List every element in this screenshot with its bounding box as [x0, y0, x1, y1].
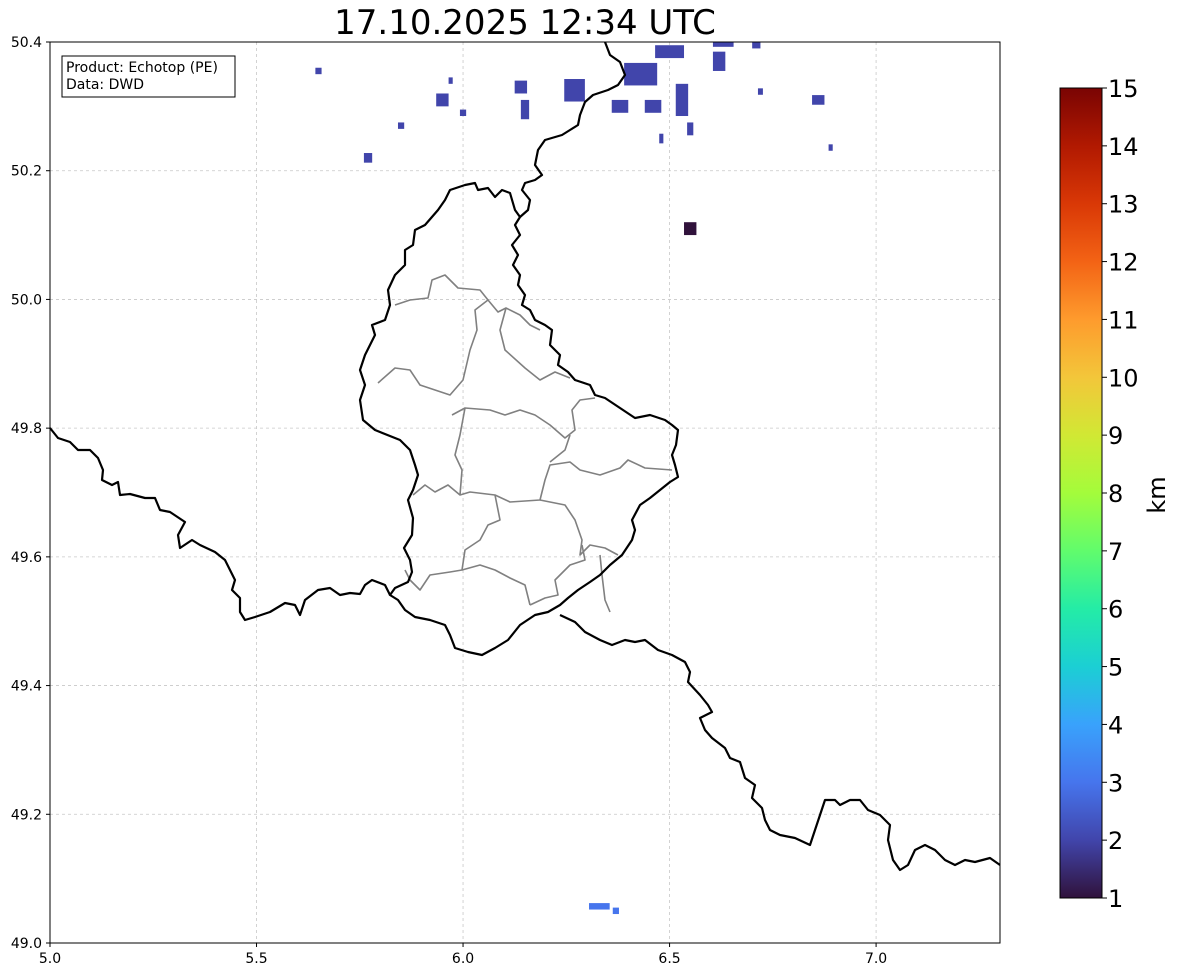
- colorbar-tick-label: 6: [1108, 596, 1123, 624]
- colorbar-tick-label: 9: [1108, 422, 1123, 450]
- colorbar-tick-label: 14: [1108, 133, 1139, 161]
- colorbar-tick-label: 7: [1108, 538, 1123, 566]
- colorbar-tick-label: 12: [1108, 249, 1139, 277]
- colorbar-ticks: 123456789101112131415: [1102, 75, 1139, 913]
- colorbar-tick-label: 8: [1108, 480, 1123, 508]
- colorbar-tick-label: 5: [1108, 654, 1123, 682]
- colorbar-tick-label: 1: [1108, 885, 1123, 913]
- colorbar-tick-label: 3: [1108, 769, 1123, 797]
- colorbar-tick-label: 4: [1108, 711, 1123, 739]
- colorbar-tick-label: 2: [1108, 827, 1123, 855]
- colorbar-tick-label: 11: [1108, 306, 1139, 334]
- colorbar-tick-label: 13: [1108, 191, 1139, 219]
- colorbar-tick-label: 15: [1108, 75, 1139, 103]
- colorbar-tick-label: 10: [1108, 364, 1139, 392]
- colorbar-gradient: [1059, 87, 1103, 899]
- colorbar: 123456789101112131415 km: [1059, 75, 1171, 913]
- colorbar-unit-label: km: [1143, 476, 1171, 513]
